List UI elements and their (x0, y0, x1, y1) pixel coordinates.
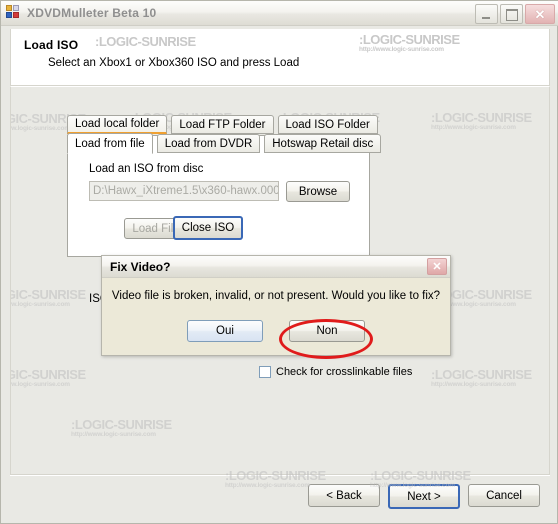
window-titlebar: XDVDMulleter Beta 10 ✕ (1, 1, 558, 26)
maximize-icon (506, 9, 518, 21)
next-button[interactable]: Next > (388, 484, 460, 509)
watermark-logo: :LOGIC-SUNRISE http://www.logic-sunrise.… (359, 32, 460, 53)
close-iso-button-label: Close ISO (181, 222, 235, 234)
minimize-button[interactable] (475, 4, 498, 24)
watermark-logo: :LOGIC-SUNRISE http://www.logic-sunrise.… (11, 287, 86, 308)
tab-load-iso-folder[interactable]: Load ISO Folder (277, 115, 378, 134)
browse-button-label: Browse (298, 185, 338, 198)
cancel-button[interactable]: Cancel (468, 484, 540, 507)
minimize-icon (482, 17, 490, 19)
tab-label: Load from DVDR (164, 137, 253, 150)
dialog-no-label: Non (316, 325, 338, 337)
window-title: XDVDMulleter Beta 10 (27, 6, 157, 20)
watermark-logo: :LOGIC-SUNRISE http://www.logic-sunrise.… (431, 367, 532, 388)
dialog-close-button[interactable]: ✕ (427, 258, 447, 275)
app-window-icon (6, 5, 22, 21)
watermark-logo: :LOGIC-SUNRISE http://www.logic-sunrise.… (11, 367, 86, 388)
load-iso-group-label: Load an ISO from disc (89, 163, 204, 175)
watermark-logo: :LOGIC-SUNRISE http://www.logic-sunrise.… (431, 110, 532, 131)
dialog-yes-button[interactable]: Oui (187, 320, 263, 342)
tab-label: Load local folder (75, 118, 160, 130)
tab-row-secondary: Load from file Load from DVDR Hotswap Re… (67, 133, 385, 154)
tab-label: Load FTP Folder (179, 118, 266, 131)
iso-path-input[interactable]: D:\Hawx_iXtreme1.5\x360-hawx.000 (89, 181, 279, 201)
tab-row-primary: Load local folder Load FTP Folder Load I… (67, 115, 382, 134)
wizard-footer: :LOGIC-SUNRISE http://www.logic-sunrise.… (10, 468, 550, 515)
dialog-title: Fix Video? (110, 259, 171, 274)
watermark-logo: :LOGIC-SUNRISE (95, 34, 196, 49)
back-button[interactable]: < Back (308, 484, 380, 507)
close-icon: ✕ (534, 6, 546, 22)
fix-video-dialog: Fix Video? ✕ Video file is broken, inval… (101, 255, 451, 356)
crosslink-checkbox-row[interactable]: Check for crosslinkable files (259, 366, 412, 378)
watermark-logo: :LOGIC-SUNRISE http://www.logic-sunrise.… (71, 417, 172, 438)
close-icon: ✕ (432, 261, 442, 273)
dialog-yes-label: Oui (216, 325, 234, 337)
tab-label: Hotswap Retail disc (272, 137, 374, 150)
page-title: Load ISO (24, 38, 79, 52)
close-iso-button[interactable]: Close ISO (173, 216, 243, 240)
wizard-nav-buttons: < Back Next > Cancel (308, 484, 540, 509)
next-button-label: Next > (407, 490, 441, 503)
back-button-label: < Back (326, 489, 362, 502)
crosslink-checkbox-label: Check for crosslinkable files (276, 366, 413, 378)
application-window: XDVDMulleter Beta 10 ✕ Load ISO Select a… (0, 0, 558, 524)
tab-load-from-file[interactable]: Load from file (67, 133, 153, 154)
crosslink-checkbox[interactable] (259, 366, 271, 378)
wizard-header: Load ISO Select an Xbox1 or Xbox360 ISO … (10, 29, 550, 86)
browse-button[interactable]: Browse (286, 181, 350, 202)
dialog-buttons: Oui Non (102, 320, 450, 342)
dialog-no-button[interactable]: Non (289, 320, 365, 342)
dialog-titlebar: Fix Video? ✕ (102, 256, 450, 278)
window-controls: ✕ (475, 4, 555, 24)
page-subtitle: Select an Xbox1 or Xbox360 ISO and press… (48, 57, 300, 69)
close-button[interactable]: ✕ (525, 4, 555, 24)
cancel-button-label: Cancel (486, 489, 522, 502)
maximize-button[interactable] (500, 4, 523, 24)
tab-load-ftp-folder[interactable]: Load FTP Folder (171, 115, 274, 134)
tab-label: Load from file (75, 137, 145, 150)
tab-hotswap-retail-disc[interactable]: Hotswap Retail disc (264, 134, 382, 153)
tab-label: Load ISO Folder (285, 118, 370, 131)
tab-load-from-dvdr[interactable]: Load from DVDR (156, 134, 261, 153)
tab-load-local-folder[interactable]: Load local folder (67, 115, 168, 134)
dialog-message: Video file is broken, invalid, or not pr… (111, 290, 441, 302)
